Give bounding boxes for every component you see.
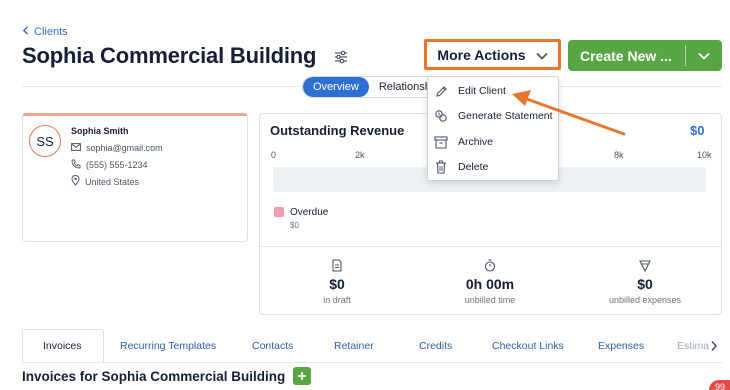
notification-badge[interactable]: 99 xyxy=(709,380,730,390)
stopwatch-icon xyxy=(484,258,496,272)
overdue-legend-label: Overdue xyxy=(290,207,329,218)
client-phone-row: (555) 555-1234 xyxy=(71,159,148,171)
tab-credits[interactable]: Credits xyxy=(419,340,452,352)
add-invoice-button[interactable] xyxy=(293,367,311,385)
location-pin-icon xyxy=(71,175,80,188)
stat-unbilled-expenses-value: $0 xyxy=(637,276,653,292)
statement-icon xyxy=(433,108,449,124)
stat-unbilled-expenses-label: unbilled expenses xyxy=(608,295,682,305)
chevron-down-icon xyxy=(535,47,548,63)
create-new-chevron-icon[interactable] xyxy=(686,52,722,60)
tab-estimates[interactable]: Estima xyxy=(677,340,709,352)
stat-draft-label: in draft xyxy=(323,295,351,305)
create-new-button[interactable]: Create New ... xyxy=(568,40,722,71)
stat-unbilled-expenses[interactable]: $0 unbilled expenses xyxy=(585,258,705,305)
tab-contacts[interactable]: Contacts xyxy=(252,340,293,352)
section-title: Invoices for Sophia Commercial Building xyxy=(22,369,286,384)
breadcrumb[interactable]: Clients xyxy=(22,26,68,38)
chevron-right-icon[interactable] xyxy=(710,339,718,357)
tab-invoices[interactable]: Invoices xyxy=(43,340,82,352)
stat-draft[interactable]: $0 in draft xyxy=(277,258,397,305)
revenue-title: Outstanding Revenue xyxy=(270,123,405,138)
revenue-divider xyxy=(260,246,721,247)
revenue-total: $0 xyxy=(690,123,705,138)
more-actions-label: More Actions xyxy=(437,46,526,63)
draft-icon xyxy=(331,258,343,272)
axis-tick-label: 10k xyxy=(697,150,712,160)
breadcrumb-clients-link[interactable]: Clients xyxy=(34,26,68,38)
client-email-row: sophia@gmail.com xyxy=(71,143,163,153)
stat-unbilled-time[interactable]: 0h 00m unbilled time xyxy=(430,258,550,305)
overdue-legend-value: $0 xyxy=(290,221,299,230)
client-name: Sophia Smith xyxy=(71,126,129,136)
chevron-left-icon xyxy=(22,26,29,38)
view-toggle[interactable]: Overview Relationsh xyxy=(302,76,442,98)
mail-icon xyxy=(71,143,81,153)
create-new-label: Create New ... xyxy=(580,47,672,64)
tab-checkout-links[interactable]: Checkout Links xyxy=(492,340,564,352)
client-location-row: United States xyxy=(71,175,139,188)
client-phone[interactable]: (555) 555-1234 xyxy=(86,160,148,170)
tabs-divider xyxy=(22,362,722,363)
tab-expenses[interactable]: Expenses xyxy=(598,340,644,352)
page-title: Sophia Commercial Building xyxy=(22,43,317,68)
axis-tick-label: 2k xyxy=(355,150,365,160)
client-location: United States xyxy=(85,176,140,187)
axis-tick-label: 0 xyxy=(271,150,277,160)
sliders-icon[interactable] xyxy=(334,50,348,64)
trash-icon xyxy=(433,159,449,175)
menu-item-archive[interactable]: Archive xyxy=(433,134,493,150)
menu-item-generate-statement[interactable]: Generate Statement xyxy=(433,108,553,124)
plus-icon xyxy=(298,372,306,380)
archive-icon xyxy=(433,134,449,150)
menu-item-delete[interactable]: Delete xyxy=(433,159,488,175)
pencil-icon xyxy=(433,83,449,99)
menu-item-label: Delete xyxy=(458,161,489,173)
stat-draft-value: $0 xyxy=(329,276,345,292)
client-email[interactable]: sophia@gmail.com xyxy=(86,143,163,153)
tab-recurring-templates[interactable]: Recurring Templates xyxy=(120,340,216,352)
expense-icon xyxy=(639,258,651,272)
overdue-legend-swatch xyxy=(274,207,284,217)
phone-icon xyxy=(71,159,81,171)
toggle-overview[interactable]: Overview xyxy=(303,77,369,97)
more-actions-button[interactable]: More Actions xyxy=(424,39,561,70)
tab-retainer[interactable]: Retainer xyxy=(334,340,374,352)
axis-tick-label: 8k xyxy=(614,150,624,160)
menu-item-edit-client[interactable]: Edit Client xyxy=(433,83,506,99)
avatar: SS xyxy=(29,125,61,157)
stat-unbilled-time-value: 0h 00m xyxy=(465,276,515,292)
stat-unbilled-time-label: unbilled time xyxy=(464,295,516,305)
menu-item-label: Edit Client xyxy=(458,85,506,97)
menu-item-label: Generate Statement xyxy=(458,110,553,122)
menu-item-label: Archive xyxy=(458,136,494,148)
